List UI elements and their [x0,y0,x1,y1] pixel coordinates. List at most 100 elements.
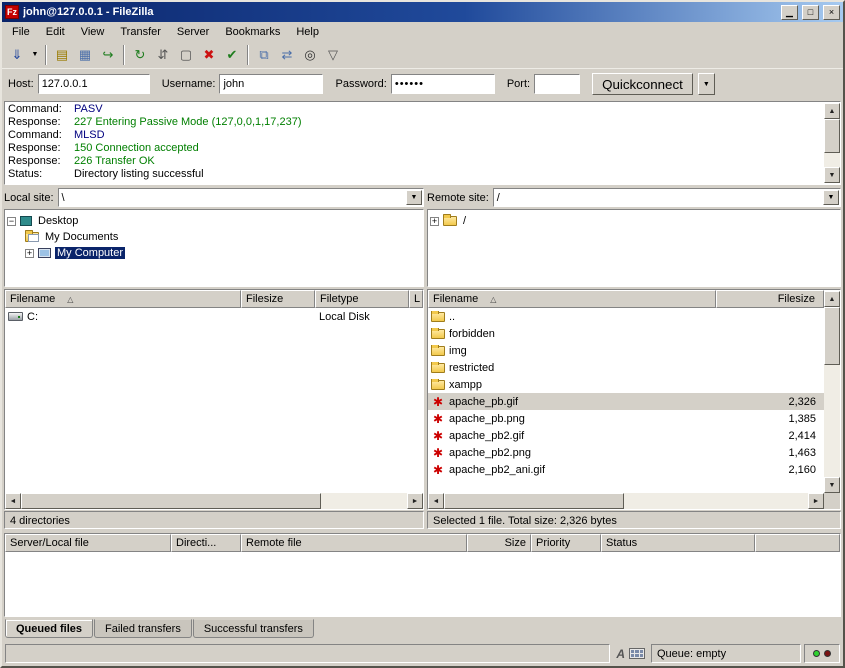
remote-site-combo[interactable]: / ▼ [493,188,841,207]
quickconnect-dropdown[interactable]: ▼ [698,73,715,95]
file-row[interactable]: ✱apache_pb2.png 1,463 [428,444,824,461]
activity-leds [804,644,840,663]
column-header-size[interactable]: Size [467,534,531,552]
column-header-last-modified[interactable]: L [409,290,423,308]
local-site-label: Local site: [4,192,54,204]
search-icon[interactable]: ◎ [299,44,321,66]
column-header-filetype[interactable]: Filetype [315,290,409,308]
snapshot-icon[interactable]: ▢ [175,44,197,66]
close-button[interactable]: × [823,5,840,20]
menu-server[interactable]: Server [169,24,217,40]
scroll-track[interactable] [824,119,840,167]
log-scrollbar[interactable]: ▲ ▼ [824,103,840,183]
local-site-combo[interactable]: \ ▼ [58,188,424,207]
file-row[interactable]: img [428,342,824,359]
tree-item-my-documents[interactable]: My Documents [7,229,421,245]
file-row[interactable]: ✱apache_pb.png 1,385 [428,410,824,427]
scroll-track[interactable] [444,493,808,509]
file-row-selected[interactable]: ✱apache_pb.gif 2,326 [428,393,824,410]
tree-item-my-computer[interactable]: + My Computer [7,245,421,261]
scroll-right-button[interactable]: ► [808,493,824,509]
site-manager-dropdown[interactable]: ▼ [29,44,41,66]
file-row[interactable]: .. [428,308,824,325]
scroll-thumb[interactable] [444,493,624,509]
site-manager-icon[interactable]: ⇓ [6,44,28,66]
column-header-server-local-file[interactable]: Server/Local file [5,534,171,552]
toggle-treeview-icon[interactable]: ▦ [74,44,96,66]
username-input[interactable] [219,74,323,94]
collapse-icon[interactable]: − [7,217,16,226]
column-header-remote-file[interactable]: Remote file [241,534,467,552]
menu-help[interactable]: Help [288,24,327,40]
toggle-log-icon[interactable]: ▤ [51,44,73,66]
combo-dropdown-button[interactable]: ▼ [406,190,422,205]
window-title: john@127.0.0.1 - FileZilla [23,6,777,18]
cancel-glyph: ✖ [204,47,215,63]
process-queue-icon[interactable]: ⇵ [152,44,174,66]
maximize-button[interactable]: □ [802,5,819,20]
refresh-icon[interactable]: ↻ [129,44,151,66]
scroll-thumb[interactable] [21,493,321,509]
file-row[interactable]: ✱apache_pb2_ani.gif 2,160 [428,461,824,478]
column-header-filename[interactable]: Filename △ [5,290,241,308]
menu-bookmarks[interactable]: Bookmarks [217,24,288,40]
tab-failed-transfers[interactable]: Failed transfers [94,619,192,638]
compare-icon[interactable]: ⧉ [253,44,275,66]
column-header-filesize[interactable]: Filesize [241,290,315,308]
file-row[interactable]: xampp [428,376,824,393]
cancel-icon[interactable]: ✖ [198,44,220,66]
column-header-filesize[interactable]: Filesize [716,290,824,308]
scroll-track[interactable] [824,307,840,477]
file-row[interactable]: ✱apache_pb2.gif 2,414 [428,427,824,444]
column-label: Server/Local file [10,537,89,549]
file-lists: Filename △ Filesize Filetype L C: [2,288,843,511]
column-header-direction[interactable]: Directi... [171,534,241,552]
scroll-left-button[interactable]: ◄ [5,493,21,509]
scroll-thumb[interactable] [824,307,840,365]
tab-successful-transfers[interactable]: Successful transfers [193,619,314,638]
menu-view[interactable]: View [73,24,113,40]
folder-icon [431,329,445,339]
expand-icon[interactable]: + [25,249,34,258]
tree-item-label: My Documents [43,231,120,243]
log-text: 227 Entering Passive Mode (127,0,0,1,17,… [74,116,301,129]
menu-edit[interactable]: Edit [38,24,73,40]
minimize-button[interactable]: ▁ [781,5,798,20]
verify-icon[interactable]: ✔ [221,44,243,66]
scroll-left-button[interactable]: ◄ [428,493,444,509]
scroll-up-button[interactable]: ▲ [824,291,840,307]
tree-item-root[interactable]: + / [430,213,838,229]
file-row[interactable]: restricted [428,359,824,376]
scroll-thumb[interactable] [824,119,840,153]
scroll-right-button[interactable]: ► [407,493,423,509]
expand-icon[interactable]: + [430,217,439,226]
queue-body[interactable] [5,552,840,616]
combo-dropdown-button[interactable]: ▼ [823,190,839,205]
local-horizontal-scrollbar[interactable]: ◄ ► [5,493,423,509]
log-line: Command: MLSD [8,129,823,142]
scroll-down-button[interactable]: ▼ [824,477,840,493]
file-name: apache_pb2.gif [449,430,524,442]
column-header-priority[interactable]: Priority [531,534,601,552]
folder-icon [443,216,457,226]
menu-transfer[interactable]: Transfer [112,24,169,40]
scroll-down-button[interactable]: ▼ [824,167,840,183]
column-header-filename[interactable]: Filename △ [428,290,716,308]
password-input[interactable] [391,74,495,94]
column-header-status[interactable]: Status [601,534,755,552]
sync-browse-icon[interactable]: ⇄ [276,44,298,66]
toggle-queue-icon[interactable]: ↪ [97,44,119,66]
tree-item-desktop[interactable]: − Desktop [7,213,421,229]
host-input[interactable] [38,74,150,94]
scroll-up-button[interactable]: ▲ [824,103,840,119]
menu-file[interactable]: File [4,24,38,40]
scroll-track[interactable] [21,493,407,509]
quickconnect-button[interactable]: Quickconnect [592,73,693,95]
file-row-c-drive[interactable]: C: Local Disk [5,308,423,325]
tab-queued-files[interactable]: Queued files [5,619,93,638]
port-input[interactable] [534,74,580,94]
file-row[interactable]: forbidden [428,325,824,342]
filter-icon[interactable]: ▽ [322,44,344,66]
remote-horizontal-scrollbar[interactable]: ◄ ► [428,493,840,509]
remote-vertical-scrollbar[interactable]: ▲ ▼ [824,291,840,493]
